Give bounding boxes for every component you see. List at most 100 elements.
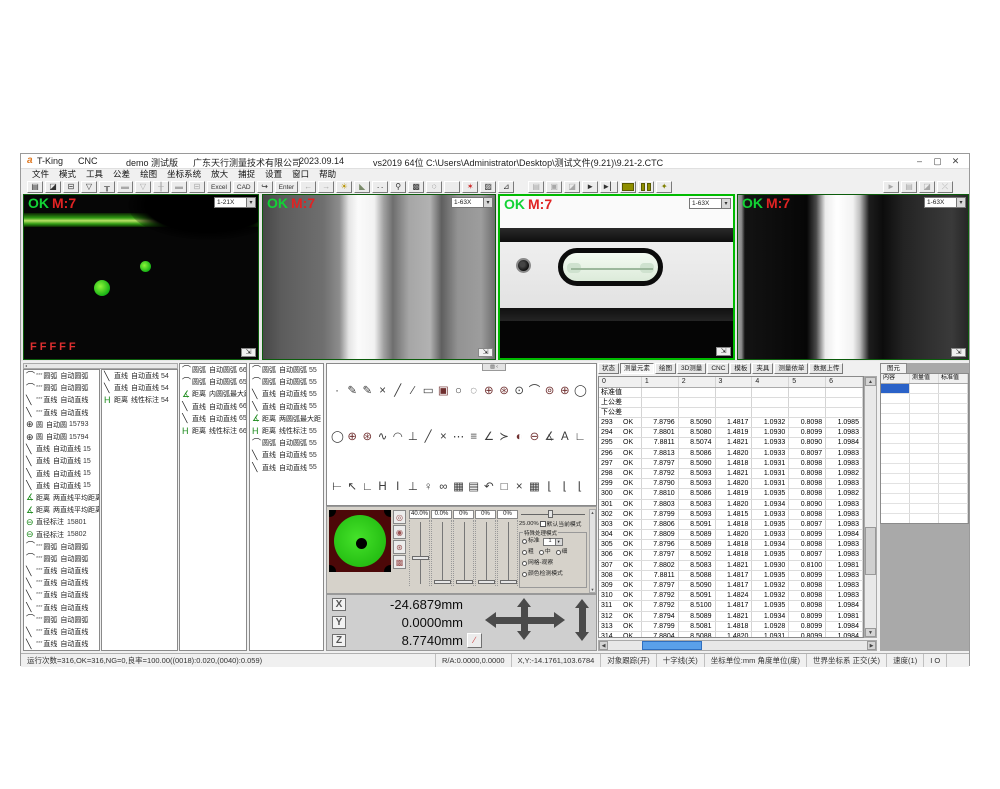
save-button[interactable]: ▤ <box>27 181 43 193</box>
feature-row[interactable]: ╲直线自动直线54 <box>102 370 177 382</box>
tool-icon[interactable]: ⊥ <box>407 480 419 494</box>
feature-row[interactable]: H距离线性标注54 <box>102 394 177 406</box>
resize-grip-icon[interactable]: ⇲ <box>478 348 493 357</box>
tool-icon[interactable]: ▣ <box>437 384 449 398</box>
columns-button[interactable]: ╫ <box>153 181 169 193</box>
chart-button[interactable]: ⊿ <box>498 181 514 193</box>
tool-icon[interactable]: ⊥ <box>407 430 419 444</box>
feature-row[interactable]: ╲直线自动直线55 <box>250 462 323 474</box>
stage-move-button[interactable]: ⊟ <box>63 181 79 193</box>
scroll-thumb[interactable] <box>865 527 876 575</box>
tool-icon[interactable]: □ <box>498 480 510 494</box>
element-row[interactable] <box>881 464 968 474</box>
tool-icon[interactable]: ⌒ <box>528 384 540 398</box>
results-tab[interactable]: 模板 <box>730 363 751 374</box>
tool-icon[interactable]: ∞ <box>437 480 449 494</box>
feature-row[interactable]: ∡距离两直线平均距离 <box>24 492 99 504</box>
menu-item[interactable]: 模式 <box>54 169 81 180</box>
coarse-radio[interactable] <box>522 550 527 555</box>
jog-y-arrows[interactable] <box>517 598 531 640</box>
tool-icon[interactable]: ∟ <box>574 430 586 444</box>
magnifier-button[interactable]: ⚲ <box>390 181 406 193</box>
blank-button[interactable] <box>444 181 460 193</box>
master-brightness-slider[interactable] <box>521 510 585 518</box>
feature-row[interactable]: ╲直线自动直线55 <box>250 401 323 413</box>
light-bulb-button[interactable]: ☀ <box>336 181 352 193</box>
probe-column-button[interactable]: ╥ <box>99 181 115 193</box>
element-row[interactable] <box>881 514 968 524</box>
tool-icon[interactable]: ▭ <box>422 384 434 398</box>
table-row[interactable]: 302OK7.87998.50931.48151.09330.80981.098… <box>599 510 863 520</box>
results-vscrollbar[interactable]: ▲ ▼ <box>864 376 877 638</box>
tool-icon[interactable]: ∟ <box>361 480 373 494</box>
slider-track-area[interactable] <box>431 520 452 586</box>
camera-view-4[interactable]: OKM:7 1-63X▾ ⇲ <box>737 194 969 360</box>
feature-row[interactable]: ╲直线自动直线15 <box>24 455 99 467</box>
feature-row[interactable]: ⌒***圆弧自动圆弧 <box>24 614 99 626</box>
tool-icon[interactable]: ⊚ <box>544 384 556 398</box>
element-row[interactable] <box>881 414 968 424</box>
feature-row[interactable]: ⌒圆弧自动圆弧55 <box>250 364 323 376</box>
tool-icon[interactable]: ∿ <box>377 430 389 444</box>
table-row[interactable]: 296OK7.88138.50861.48201.09330.80971.098… <box>599 449 863 459</box>
tool-icon[interactable]: ≡ <box>468 430 480 444</box>
slider-thumb[interactable] <box>434 580 451 584</box>
resize-grip-icon[interactable]: ⇲ <box>241 348 256 357</box>
feature-row[interactable]: ⌒***圆弧自动圆弧 <box>24 541 99 553</box>
scroll-left-icon[interactable]: ◀ <box>599 641 608 650</box>
results-tab[interactable]: 夹具 <box>752 363 773 374</box>
table-row[interactable]: 305OK7.87968.50891.48181.09340.80981.098… <box>599 540 863 550</box>
element-row[interactable] <box>881 384 968 394</box>
tool-icon[interactable]: ∠ <box>483 430 495 444</box>
feature-row[interactable]: ╲直线自动直线55 <box>250 388 323 400</box>
menu-item[interactable]: 帮助 <box>314 169 341 180</box>
feature-row[interactable]: ╲直线自动直线15 <box>24 443 99 455</box>
element-row[interactable] <box>881 454 968 464</box>
slider-thumb[interactable] <box>500 580 517 584</box>
placeholder-button[interactable]: ▬ <box>117 181 133 193</box>
tool-icon[interactable]: ⊕ <box>483 384 495 398</box>
table-row[interactable]: 306OK7.87978.50921.48181.09350.80971.098… <box>599 550 863 560</box>
standard-radio[interactable] <box>522 539 527 544</box>
table-row[interactable]: 上公差 <box>599 398 863 408</box>
results-tab[interactable]: 绘图 <box>655 363 676 374</box>
scroll-thumb[interactable] <box>642 641 702 650</box>
table-row[interactable]: 311OK7.87928.51001.48171.09350.80981.098… <box>599 601 863 611</box>
run-tool-button[interactable]: ✦ <box>656 181 672 193</box>
ring-segment-button[interactable]: ◎ <box>393 510 406 524</box>
feature-row[interactable]: ╲直线自动直线66 <box>180 401 246 413</box>
feature-row[interactable]: ╲***直线自动直线 <box>24 394 99 406</box>
table-row[interactable]: 303OK7.88068.50911.48181.09350.80971.098… <box>599 520 863 530</box>
tool-icon[interactable]: ⊖ <box>528 430 540 444</box>
hammer-button[interactable]: ⤫ <box>937 181 953 193</box>
pattern-button[interactable]: ▩ <box>408 181 424 193</box>
tool-icon[interactable]: × <box>377 384 389 398</box>
angle-tool-button[interactable]: ∕ <box>467 633 482 648</box>
arrow-right-button[interactable]: → <box>318 181 334 193</box>
tool-icon[interactable]: ⊢ <box>331 480 343 494</box>
open-button[interactable]: ◪ <box>45 181 61 193</box>
play-2-button[interactable]: ► <box>883 181 899 193</box>
table-row[interactable]: 299OK7.87908.50931.48201.09310.80981.098… <box>599 479 863 489</box>
element-tab[interactable]: 图元 <box>880 363 907 373</box>
element-row[interactable] <box>881 394 968 404</box>
terrain-button[interactable]: ◣ <box>354 181 370 193</box>
table-row[interactable]: 314OK7.88048.50881.48201.09310.80991.098… <box>599 632 863 638</box>
menu-item[interactable]: 设置 <box>260 169 287 180</box>
results-tab[interactable]: 测量依单 <box>774 363 808 374</box>
maximize-button[interactable]: ▢ <box>929 154 946 168</box>
tool-icon[interactable]: ∡ <box>544 430 556 444</box>
folder-grey-button[interactable]: ◪ <box>564 181 580 193</box>
table-row[interactable]: 301OK7.88038.50831.48201.09340.80901.098… <box>599 500 863 510</box>
table-row[interactable]: 294OK7.88018.50801.48191.09300.80991.098… <box>599 428 863 438</box>
tool-icon[interactable]: ◠ <box>392 430 404 444</box>
slider-track-area[interactable] <box>409 520 430 586</box>
lasso-button[interactable]: ◌ <box>426 181 442 193</box>
star-button[interactable]: ✶ <box>462 181 478 193</box>
element-row[interactable] <box>881 434 968 444</box>
camera-3-zoom-select[interactable]: 1-63X▾ <box>689 198 731 209</box>
tool-icon[interactable]: ⊛ <box>361 430 373 444</box>
open-2-button[interactable]: ◪ <box>919 181 935 193</box>
table-row[interactable]: 304OK7.88098.50891.48201.09330.80991.098… <box>599 530 863 540</box>
menu-item[interactable]: 窗口 <box>287 169 314 180</box>
